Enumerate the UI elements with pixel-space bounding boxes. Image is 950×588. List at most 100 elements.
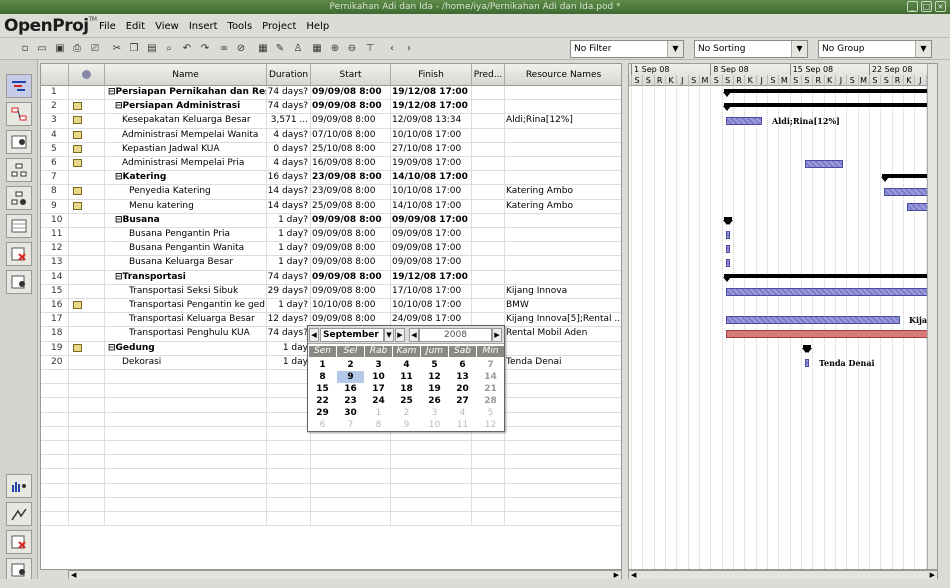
finish-cell[interactable]: 09/09/08 17:00	[391, 228, 472, 242]
task-bar[interactable]	[726, 287, 937, 296]
task-bar[interactable]	[726, 316, 900, 325]
duration-cell[interactable]: 1 day	[267, 341, 311, 356]
header-predecessors[interactable]: Pred...	[472, 64, 505, 86]
start-cell[interactable]: 09/09/08 8:00	[311, 284, 391, 299]
empty-cell[interactable]	[41, 512, 69, 526]
empty-cell[interactable]	[267, 370, 311, 384]
empty-cell[interactable]	[105, 398, 267, 413]
duration-cell[interactable]: 74 days?	[267, 86, 311, 100]
table-row[interactable]: 2 ⊟Persiapan Administrasi 74 days? 09/09/08…	[41, 100, 621, 115]
resource-cell[interactable]: Katering Ambo	[505, 200, 621, 214]
start-cell[interactable]: 09/09/08 8:00	[311, 242, 391, 257]
menu-file[interactable]: File	[99, 21, 116, 32]
notes-icon[interactable]: ✎	[273, 41, 287, 55]
predecessors-cell[interactable]	[472, 171, 505, 186]
summary-bar[interactable]	[723, 103, 937, 112]
finish-cell[interactable]: 09/09/08 17:00	[391, 213, 472, 228]
report-view-button[interactable]	[6, 214, 32, 238]
empty-cell[interactable]	[267, 412, 311, 427]
empty-cell[interactable]	[472, 469, 505, 484]
start-cell[interactable]: 23/09/08 8:00	[311, 185, 391, 200]
empty-cell[interactable]	[105, 441, 267, 455]
finish-cell[interactable]: 19/09/08 17:00	[391, 157, 472, 171]
resource-cell[interactable]	[505, 143, 621, 157]
task-bar[interactable]	[726, 259, 730, 268]
note-icon[interactable]	[73, 159, 82, 167]
duration-cell[interactable]: 4 days?	[267, 157, 311, 171]
empty-cell[interactable]	[391, 483, 472, 498]
table-row[interactable]: 12 Busana Pengantin Wanita 1 day? 09/09/08 …	[41, 242, 621, 257]
table-row[interactable]	[41, 497, 621, 512]
calendar-day[interactable]: 25	[393, 395, 420, 407]
menu-tools[interactable]: Tools	[228, 21, 253, 32]
calendar-day[interactable]: 5	[477, 407, 504, 419]
resource-cell[interactable]: Katering Ambo	[505, 185, 621, 199]
empty-cell[interactable]	[267, 384, 311, 399]
predecessors-cell[interactable]	[472, 199, 505, 214]
duration-cell[interactable]: 14 days?	[267, 199, 311, 214]
predecessors-cell[interactable]	[472, 270, 505, 285]
task-name-cell[interactable]: Dekorasi	[105, 355, 267, 370]
calendar-day[interactable]: 15	[309, 383, 336, 395]
empty-cell[interactable]	[105, 483, 267, 498]
resource-usage-button[interactable]	[6, 270, 32, 294]
table-row[interactable]: 4 Administrasi Mempelai Wanita 4 days? 07/1…	[41, 128, 621, 143]
empty-cell[interactable]	[505, 398, 621, 412]
empty-cell[interactable]	[41, 426, 69, 441]
empty-cell[interactable]	[41, 441, 69, 455]
empty-cell[interactable]	[267, 497, 311, 512]
resource-cell[interactable]	[505, 242, 621, 256]
finish-cell[interactable]: 10/10/08 17:00	[391, 128, 472, 143]
empty-cell[interactable]	[41, 412, 69, 427]
duration-cell[interactable]: 0 days?	[267, 142, 311, 157]
task-name-cell[interactable]: Busana Pengantin Wanita	[105, 242, 267, 257]
link-icon[interactable]: ∞	[217, 41, 231, 55]
empty-cell[interactable]	[311, 497, 391, 512]
duration-cell[interactable]: 1 day	[267, 355, 311, 370]
predecessors-cell[interactable]	[472, 228, 505, 242]
empty-cell[interactable]	[267, 455, 311, 470]
empty-cell[interactable]	[69, 426, 105, 441]
summary-bar[interactable]	[802, 344, 812, 353]
calendar-day[interactable]: 29	[309, 407, 336, 419]
empty-cell[interactable]	[505, 512, 621, 526]
duration-cell[interactable]: 1 day?	[267, 228, 311, 242]
resource-cell[interactable]	[505, 214, 621, 228]
task-bar[interactable]	[726, 245, 730, 254]
calendar-icon[interactable]: ▦	[310, 41, 324, 55]
empty-cell[interactable]	[69, 384, 105, 399]
next-year-button[interactable]: ▶	[492, 328, 502, 342]
duration-cell[interactable]: 4 days?	[267, 128, 311, 143]
calendar-day[interactable]: 14	[477, 371, 504, 383]
header-duration[interactable]: Duration	[267, 64, 311, 86]
finish-cell[interactable]: 09/09/08 17:00	[391, 256, 472, 271]
empty-cell[interactable]	[41, 398, 69, 413]
empty-cell[interactable]	[69, 455, 105, 470]
empty-cell[interactable]	[105, 512, 267, 526]
task-name-cell[interactable]: Transportasi Penghulu KUA	[105, 327, 267, 342]
maximize-icon[interactable]: □	[921, 1, 932, 12]
empty-cell[interactable]	[69, 512, 105, 526]
table-row[interactable]	[41, 455, 621, 470]
calendar-day[interactable]: 7	[337, 419, 364, 431]
start-cell[interactable]: 09/09/08 8:00	[311, 86, 391, 100]
menu-insert[interactable]: Insert	[189, 21, 218, 32]
duration-cell[interactable]: 1 day?	[267, 299, 311, 313]
duration-cell[interactable]: 12 days?	[267, 313, 311, 328]
finish-cell[interactable]: 19/12/08 17:00	[391, 270, 472, 285]
predecessors-cell[interactable]	[472, 128, 505, 143]
table-row[interactable]: 14 ⊟Transportasi 74 days? 09/09/08 8:00 19/1…	[41, 270, 621, 285]
table-row[interactable]: 8 Penyedia Katering 14 days? 23/09/08 8:00 1…	[41, 185, 621, 200]
calendar-day[interactable]: 21	[477, 383, 504, 395]
empty-cell[interactable]	[505, 469, 621, 483]
next-month-button[interactable]: ▶	[395, 328, 405, 342]
task-name-cell[interactable]: ⊟Busana	[105, 213, 267, 228]
empty-cell[interactable]	[267, 426, 311, 441]
task-info-icon[interactable]: ▦	[256, 41, 270, 55]
year-field[interactable]: 2008	[419, 328, 492, 342]
resource-cell[interactable]	[505, 271, 621, 285]
empty-cell[interactable]	[267, 469, 311, 484]
duration-cell[interactable]: 1 day?	[267, 213, 311, 228]
charts-button[interactable]	[6, 502, 32, 526]
duration-cell[interactable]: 1 day?	[267, 242, 311, 257]
